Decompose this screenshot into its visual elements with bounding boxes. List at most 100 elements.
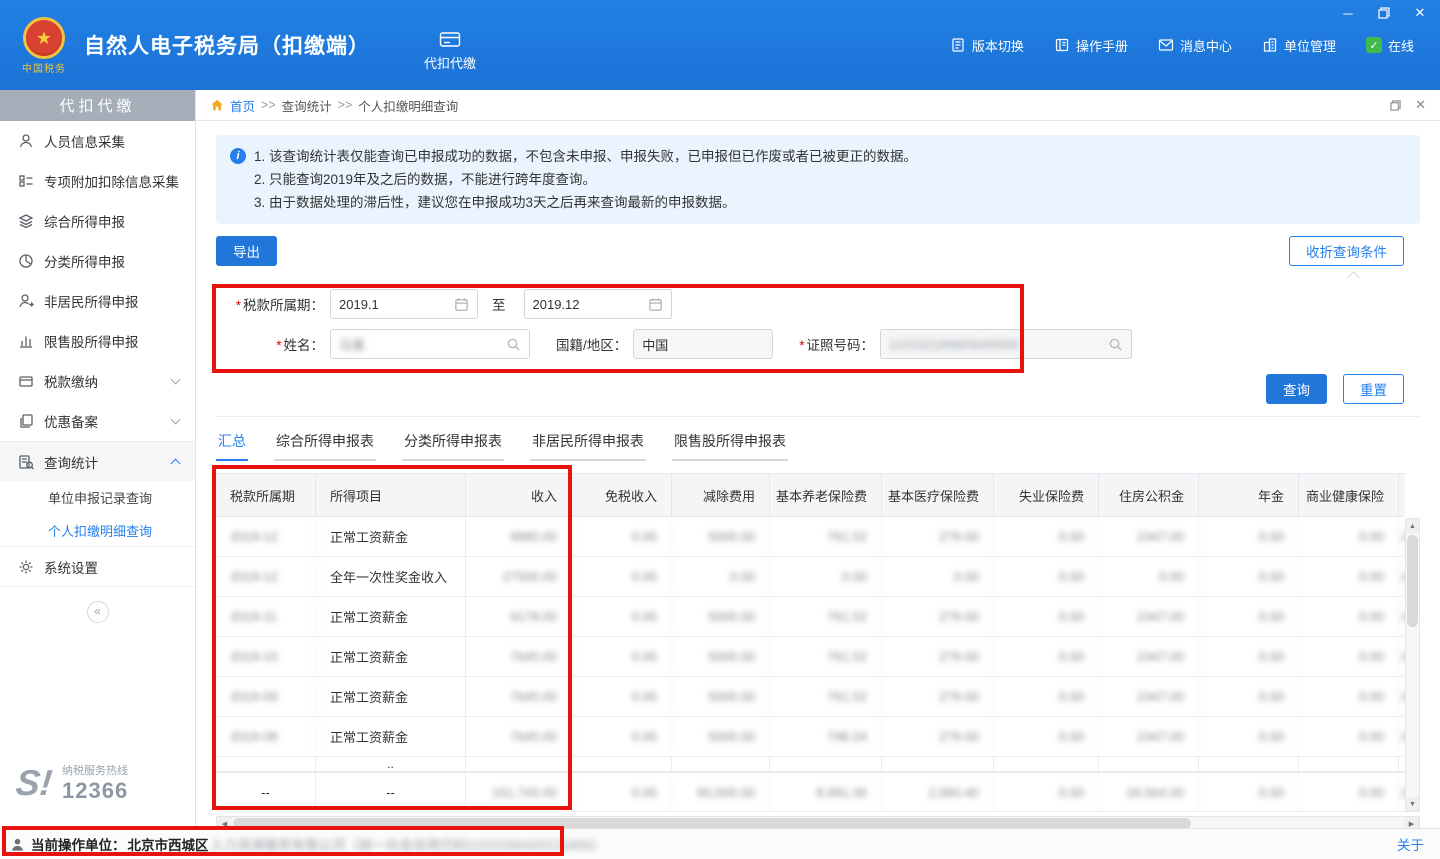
sidebar-item-system-settings[interactable]: 系统设置 [0, 547, 195, 587]
sidebar-item-preferential-filing[interactable]: 优惠备案 [0, 401, 195, 441]
documents-icon [18, 413, 34, 429]
search-icon[interactable] [506, 337, 521, 352]
table-row[interactable]: 2019-12全年一次性奖金收入27500.000.000.000.000.00… [216, 557, 1405, 597]
sidebar-collapse-button[interactable]: « [87, 601, 109, 623]
tab-nonresident-income[interactable]: 非居民所得申报表 [530, 427, 646, 461]
export-button[interactable]: 导出 [216, 236, 277, 266]
status-bar: 当前操作单位： 北京市西城区 人力资源服务有限公司（统一社会信用代码110102… [0, 828, 1440, 859]
scroll-right-icon[interactable]: ▶ [1404, 817, 1419, 828]
table-row[interactable]: .. [216, 757, 1405, 772]
info-icon: i [230, 148, 246, 164]
restore-icon[interactable] [1376, 6, 1392, 20]
period-start-input[interactable]: 2019.1 [330, 289, 478, 319]
calendar-icon[interactable] [454, 297, 469, 312]
table-cell: 798.24 [770, 717, 882, 756]
operator-person-icon [10, 837, 25, 852]
scroll-down-icon[interactable]: ▼ [1406, 797, 1419, 811]
table-cell: 2,960.40 [882, 773, 994, 811]
reset-button[interactable]: 重置 [1343, 374, 1404, 404]
table-cell: 8,991.36 [770, 773, 882, 811]
search-icon[interactable] [1108, 337, 1123, 352]
wallet-icon [18, 373, 34, 389]
close-icon[interactable]: ✕ [1412, 6, 1428, 20]
table-row[interactable]: 2019-08正常工资薪金7645.000.005000.00798.24279… [216, 717, 1405, 757]
breadcrumb-home-link[interactable]: 首页 [230, 96, 255, 115]
list-icon [18, 173, 34, 189]
table-row[interactable]: 2019-09正常工资薪金7645.000.005000.00761.52279… [216, 677, 1405, 717]
menu-item-message-center[interactable]: 消息中心 [1158, 36, 1232, 55]
table-cell: 2347.00 [1099, 637, 1199, 676]
table-cell: -- [216, 773, 316, 811]
table-cell: 0.00 [1199, 597, 1299, 636]
panel-restore-icon[interactable] [1390, 100, 1401, 111]
table-cell: 279.00 [882, 517, 994, 556]
version-doc-icon [950, 37, 966, 53]
table-cell: 2019-09 [216, 677, 316, 716]
nationality-input[interactable]: 中国 [633, 329, 773, 359]
menu-item-version-switch[interactable]: 版本切换 [950, 36, 1024, 55]
minimize-icon[interactable]: ─ [1340, 6, 1356, 20]
table-cell: 正常工资薪金 [316, 637, 466, 676]
table-cell: 279.00 [882, 597, 994, 636]
tab-summary[interactable]: 汇总 [216, 427, 248, 461]
home-icon [210, 98, 224, 112]
query-button[interactable]: 查询 [1266, 374, 1327, 404]
scroll-left-icon[interactable]: ◀ [217, 817, 232, 828]
column-header: 商业健康保险 [1299, 474, 1399, 516]
table-row[interactable]: 2019-11正常工资薪金9178.000.005000.00761.52279… [216, 597, 1405, 637]
sidebar-item-restricted-stock[interactable]: 限售股所得申报 [0, 321, 195, 361]
table-cell: 全年一次性奖金收入 [316, 557, 466, 596]
table-row[interactable]: 2019-10正常工资薪金7645.000.005000.00761.52279… [216, 637, 1405, 677]
period-end-input[interactable]: 2019.12 [524, 289, 672, 319]
sidebar-header: 代扣代缴 [0, 90, 195, 121]
header-menu: 版本切换 操作手册 消息中心 单位管理 ✓ [950, 36, 1440, 55]
panel-close-icon[interactable]: ✕ [1415, 97, 1426, 113]
menu-item-manual[interactable]: 操作手册 [1054, 36, 1128, 55]
sidebar-subitem-unit-declaration-query[interactable]: 单位申报记录查询 [0, 481, 195, 514]
building-icon [1262, 37, 1278, 53]
table-cell: 0.00 [1299, 717, 1399, 756]
module-tab-withholding[interactable]: 代扣代缴 [424, 29, 476, 72]
table-cell: 0.00 [994, 717, 1099, 756]
horizontal-scroll-thumb[interactable] [233, 818, 1191, 828]
sidebar-subitem-personal-withholding-detail-query[interactable]: 个人扣缴明细查询 [0, 514, 195, 547]
table-cell: 761.52 [770, 517, 882, 556]
menu-item-unit-management[interactable]: 单位管理 [1262, 36, 1336, 55]
logo-script: 中国税务 [22, 60, 66, 75]
name-input[interactable]: 马某 [330, 329, 530, 359]
horizontal-scrollbar[interactable]: ◀ ▶ [216, 816, 1420, 828]
table-row[interactable]: 2019-12正常工资薪金9985.000.005000.00761.52279… [216, 517, 1405, 557]
table-cell: 2347.00 [1099, 517, 1199, 556]
tab-classified-income[interactable]: 分类所得申报表 [402, 427, 504, 461]
vertical-scroll-thumb[interactable] [1407, 535, 1418, 627]
table-row[interactable]: ----161,743.000.0060,000.008,991.362,960… [216, 772, 1405, 812]
table-cell: 5000.00 [672, 677, 770, 716]
sidebar-item-comprehensive-income[interactable]: 综合所得申报 [0, 201, 195, 241]
sidebar-item-nonresident-income[interactable]: 非居民所得申报 [0, 281, 195, 321]
table-cell: 正常工资薪金 [316, 717, 466, 756]
about-link[interactable]: 关于 [1397, 834, 1424, 854]
table-cell: 5000.00 [672, 517, 770, 556]
calendar-icon[interactable] [648, 297, 663, 312]
sidebar-item-query-statistics[interactable]: 查询统计 [0, 441, 195, 481]
sidebar-item-special-deduction[interactable]: 专项附加扣除信息采集 [0, 161, 195, 201]
table-cell: -- [316, 773, 466, 811]
table-cell: 761.52 [770, 677, 882, 716]
main-panel: 首页 >> 查询统计 >> 个人扣缴明细查询 ✕ i 1. 该查询统计表仅能查询… [196, 90, 1440, 828]
column-header: 税 [1399, 474, 1405, 516]
table-cell: 0.00 [1199, 717, 1299, 756]
scroll-up-icon[interactable]: ▲ [1406, 519, 1419, 533]
sidebar-item-tax-payment[interactable]: 税款缴纳 [0, 361, 195, 401]
tab-comprehensive-income[interactable]: 综合所得申报表 [274, 427, 376, 461]
collapse-query-button[interactable]: 收折查询条件 [1289, 236, 1404, 266]
vertical-scrollbar[interactable]: ▲ ▼ [1405, 518, 1420, 812]
menu-item-online-status[interactable]: ✓ 在线 [1366, 36, 1414, 55]
sidebar-item-label: 税款缴纳 [44, 371, 98, 391]
table-cell: 2347.00 [1099, 717, 1199, 756]
breadcrumb-separator: >> [338, 98, 353, 112]
column-header: 减除费用 [672, 474, 770, 516]
id-number-input[interactable]: 110102199903040506 [880, 329, 1132, 359]
tab-restricted-stock[interactable]: 限售股所得申报表 [672, 427, 788, 461]
sidebar-item-personnel-info[interactable]: 人员信息采集 [0, 121, 195, 161]
sidebar-item-classified-income[interactable]: 分类所得申报 [0, 241, 195, 281]
